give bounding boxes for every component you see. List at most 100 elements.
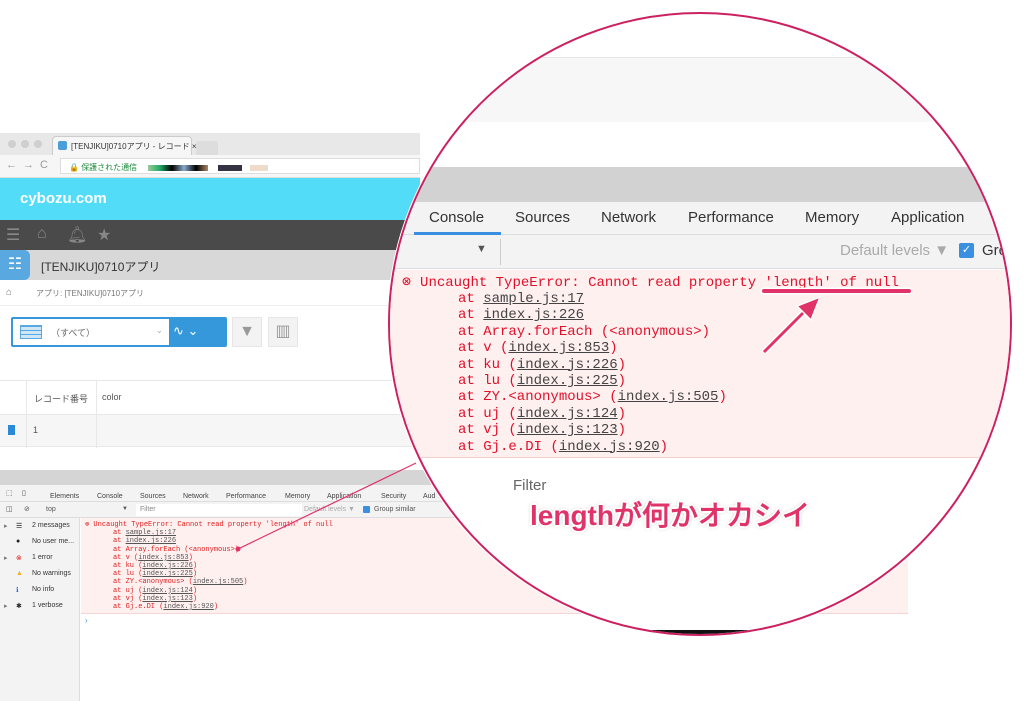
tab-console[interactable]: Console [429, 209, 484, 226]
tab-memory[interactable]: Memory [805, 209, 859, 226]
tab-sources[interactable]: Sources [140, 493, 166, 500]
frame-suffix: ) [617, 405, 627, 422]
maximize-window-button[interactable] [34, 140, 42, 148]
menu-icon[interactable]: ☰ [6, 225, 20, 245]
frame-function: at lu ( [458, 373, 517, 389]
tab-network[interactable]: Network [601, 209, 656, 226]
sidebar-item-label: 1 verbose [32, 602, 63, 609]
stack-frame: at Array.forEach (<anonymous>) [458, 324, 710, 340]
filter-input[interactable]: Filter [136, 504, 302, 516]
nav-buttons[interactable]: ←→C [6, 159, 54, 171]
clear-console-icon[interactable]: ⊘ [24, 505, 30, 513]
sidebar-item-label: 2 messages [32, 522, 70, 529]
tab-performance[interactable]: Performance [226, 493, 266, 500]
sidebar-toggle-icon[interactable]: ◫ [6, 505, 13, 513]
record-detail-icon[interactable] [8, 425, 15, 435]
stack-frame: at v (index.js:853) [458, 340, 618, 356]
source-link[interactable]: sample.js:17 [483, 291, 584, 307]
tab-performance[interactable]: Performance [688, 209, 774, 226]
source-link[interactable]: index.js:226 [126, 537, 176, 545]
sidebar-item-label: No info [32, 586, 55, 593]
global-nav: ☰ ⌂ 🔔︎ ★ [0, 220, 420, 250]
frame-function: at uj ( [113, 586, 143, 595]
expand-arrow-icon[interactable]: ▸ [4, 522, 8, 530]
frame-suffix: ) [192, 561, 198, 570]
filter-button[interactable]: ▼ [232, 317, 262, 347]
source-link[interactable]: index.js:505 [193, 578, 243, 586]
error-text: Uncaught TypeError: Cannot read property… [420, 275, 899, 291]
source-link[interactable]: sample.js:17 [126, 529, 176, 537]
expand-arrow-icon[interactable]: ▸ [4, 602, 8, 610]
frame-suffix: ) [718, 389, 727, 406]
frame-function: at ku ( [113, 561, 143, 570]
tab-application[interactable]: Application [327, 493, 361, 500]
chevron-down-icon: ⌄ [155, 325, 163, 335]
expand-arrow-icon[interactable]: ▸ [4, 554, 8, 562]
sidebar-item-label: 1 error [32, 554, 53, 561]
bell-icon[interactable]: 🔔︎ [67, 225, 87, 245]
source-link[interactable]: index.js:124 [517, 406, 618, 422]
stack-frame: at Gj.e.DI (index.js:920) [458, 439, 668, 455]
new-tab-button[interactable] [196, 141, 218, 155]
graph-icon[interactable]: ∿ ⌄ [173, 323, 198, 339]
home-icon[interactable]: ⌂ [37, 225, 47, 243]
context-dropdown-icon[interactable]: ▼ [476, 243, 487, 255]
source-link[interactable]: index.js:505 [618, 389, 719, 405]
source-link[interactable]: index.js:226 [142, 562, 192, 570]
source-link[interactable]: index.js:123 [142, 595, 192, 603]
source-link[interactable]: index.js:853 [508, 340, 609, 356]
column-header[interactable]: レコード番号 [34, 392, 88, 405]
inspect-icon[interactable]: ⬚ [6, 489, 13, 497]
frame-function: at [458, 291, 484, 307]
sidebar-item-label: No user me... [32, 538, 75, 545]
frame-function: at lu ( [113, 570, 143, 579]
view-select[interactable]: （すべて） ⌄ ∿ ⌄ [11, 317, 227, 347]
sidebar-item-label: No warnings [32, 570, 71, 577]
brand-logo: cybozu.com [20, 190, 107, 207]
tab-elements[interactable]: Elements [50, 493, 79, 500]
tab-network[interactable]: Network [183, 493, 209, 500]
source-link[interactable]: index.js:920 [559, 439, 660, 455]
source-link[interactable]: index.js:124 [142, 587, 192, 595]
levels-dropdown[interactable]: Default levels ▼ [840, 242, 949, 259]
context-select[interactable]: top [46, 506, 56, 513]
source-link[interactable]: index.js:225 [517, 373, 618, 389]
breadcrumb-item[interactable]: アプリ: [TENJIKU]0710アプリ [36, 288, 144, 299]
app-title: [TENJIKU]0710アプリ [41, 260, 161, 274]
frame-suffix: ) [659, 438, 669, 455]
group-similar-checkbox[interactable] [363, 506, 370, 513]
star-icon[interactable]: ★ [97, 225, 111, 245]
frame-suffix: ) [243, 578, 248, 587]
column-header[interactable]: color [102, 392, 122, 402]
browser-tab[interactable]: [TENJIKU]0710アプリ - レコード × [52, 136, 197, 155]
redacted-url [218, 165, 242, 171]
home-icon[interactable]: ⌂ [6, 287, 12, 298]
group-similar-checkbox[interactable]: ✓ [959, 243, 974, 258]
source-link[interactable]: index.js:225 [142, 570, 192, 578]
levels-dropdown[interactable]: Default levels ▼ [304, 506, 355, 513]
redacted-url [250, 165, 268, 171]
minimize-window-button[interactable] [21, 140, 29, 148]
stack-frame: at ku (index.js:226) [458, 357, 626, 373]
close-window-button[interactable] [8, 140, 16, 148]
source-link[interactable]: index.js:226 [483, 307, 584, 323]
devtools-tabs-zoomed: Console Sources Network Performance Memory Ap… [390, 202, 1010, 235]
device-icon[interactable]: ▯ [22, 489, 26, 497]
frame-function: at [113, 537, 126, 546]
table-row[interactable]: 1 [0, 414, 420, 448]
source-link[interactable]: index.js:920 [163, 603, 213, 611]
tab-memory[interactable]: Memory [285, 493, 310, 500]
favicon-icon [58, 141, 67, 150]
source-link[interactable]: index.js:853 [138, 554, 188, 562]
app-list-icon[interactable]: ☷ [0, 250, 30, 280]
breadcrumb: ⌂ アプリ: [TENJIKU]0710アプリ [0, 280, 420, 306]
graph-button[interactable]: ▥ [268, 317, 298, 347]
tab-sources[interactable]: Sources [515, 209, 570, 226]
context-dropdown-icon[interactable]: ▼ [122, 506, 128, 512]
source-link[interactable]: index.js:226 [517, 357, 618, 373]
stack-frame: at ZY.<anonymous> (index.js:505) [458, 389, 727, 405]
frame-suffix: ) [192, 586, 198, 595]
tab-application[interactable]: Application [891, 209, 964, 226]
source-link[interactable]: index.js:123 [517, 422, 618, 438]
console-prompt[interactable]: › [85, 616, 88, 625]
